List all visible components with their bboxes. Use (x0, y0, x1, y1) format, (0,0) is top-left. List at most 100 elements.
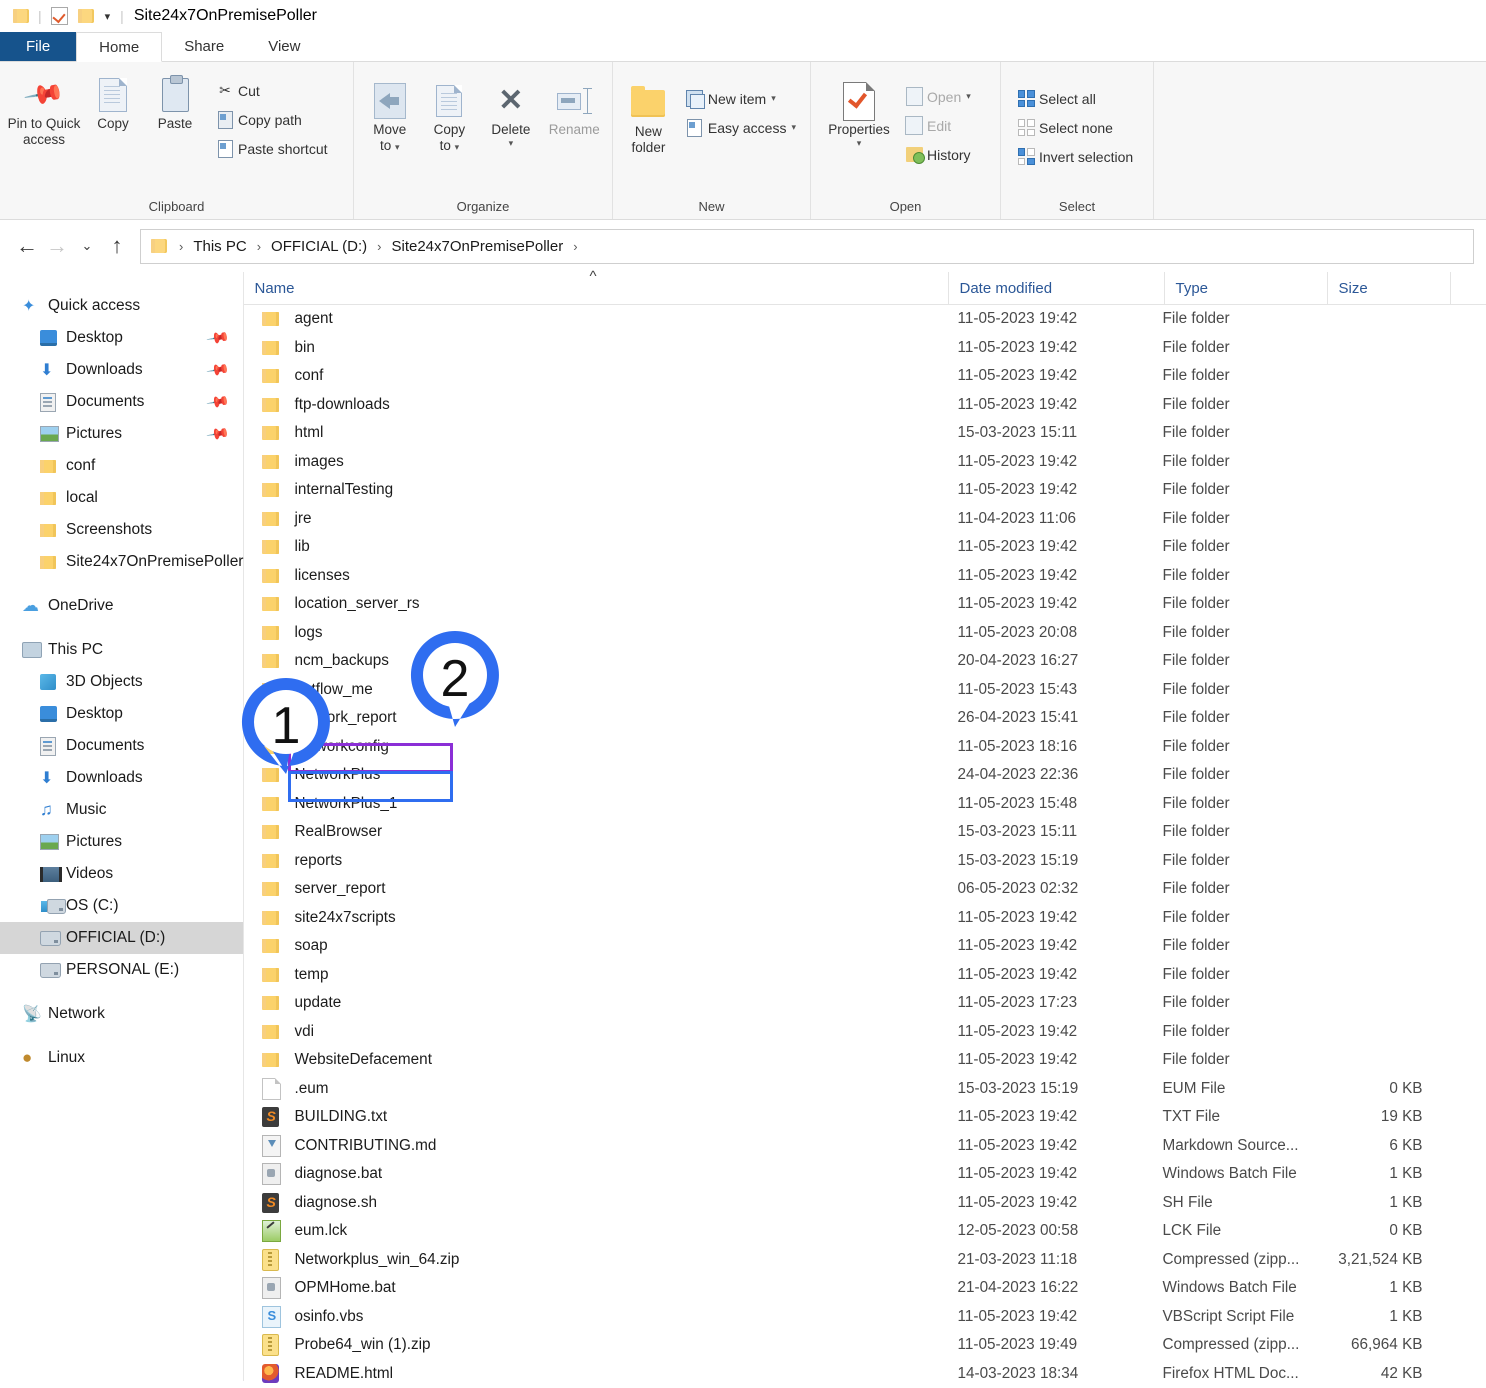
tab-file[interactable]: File (0, 32, 76, 61)
sidebar-item-onedrive[interactable]: ☁OneDrive (0, 590, 243, 622)
table-row[interactable]: bin11-05-2023 19:42File folder (244, 334, 1486, 363)
new-folder-button[interactable]: New folder (619, 78, 678, 155)
table-row[interactable]: BUILDING.txt11-05-2023 19:42TXT File19 K… (244, 1103, 1486, 1132)
sidebar-item-this-pc[interactable]: This PC (0, 634, 243, 666)
table-row[interactable]: diagnose.sh11-05-2023 19:42SH File1 KB (244, 1189, 1486, 1218)
table-row[interactable]: reports15-03-2023 15:19File folder (244, 847, 1486, 876)
cut-button[interactable]: ✂ Cut (212, 76, 336, 105)
sidebar-item-site24x7onpremisepoller[interactable]: Site24x7OnPremisePoller (0, 546, 243, 578)
chevron-down-icon[interactable]: ▾ (771, 93, 776, 104)
table-row[interactable]: ftp-downloads11-05-2023 19:42File folder (244, 391, 1486, 420)
checkbox-icon[interactable] (51, 7, 68, 25)
column-header-size[interactable]: Size (1327, 272, 1450, 304)
table-row[interactable]: WebsiteDefacement11-05-2023 19:42File fo… (244, 1046, 1486, 1075)
breadcrumb-item-this-pc[interactable]: This PC (190, 238, 249, 255)
chevron-down-icon[interactable]: ▾ (857, 138, 862, 148)
sidebar-item-screenshots[interactable]: Screenshots (0, 514, 243, 546)
select-none-button[interactable]: Select none (1013, 113, 1141, 142)
table-row[interactable]: agent11-05-2023 19:42File folder (244, 305, 1486, 334)
tab-home[interactable]: Home (76, 32, 162, 62)
chevron-down-icon[interactable]: ▾ (105, 10, 111, 23)
pin-to-quick-access-button[interactable]: 📌 Pin to Quick access (6, 70, 82, 147)
table-row[interactable]: temp11-05-2023 19:42File folder (244, 961, 1486, 990)
table-row[interactable]: jre11-04-2023 11:06File folder (244, 505, 1486, 534)
table-row[interactable]: osinfo.vbs11-05-2023 19:42VBScript Scrip… (244, 1303, 1486, 1332)
sidebar-item-downloads[interactable]: ⬇Downloads (0, 762, 243, 794)
pin-icon[interactable]: 📌 (205, 357, 231, 382)
chevron-down-icon[interactable]: ▾ (966, 91, 971, 102)
chevron-down-icon[interactable]: ▾ (791, 122, 796, 133)
sidebar-item-conf[interactable]: conf (0, 450, 243, 482)
table-row[interactable]: update11-05-2023 17:23File folder (244, 989, 1486, 1018)
pin-icon[interactable]: 📌 (205, 325, 231, 350)
breadcrumb-item-site24x7onpremisepoller[interactable]: Site24x7OnPremisePoller (388, 238, 566, 255)
copy-path-button[interactable]: Copy path (212, 105, 336, 134)
table-row[interactable]: .eum15-03-2023 15:19EUM File0 KB (244, 1075, 1486, 1104)
recent-locations-button[interactable]: ⌄ (72, 238, 102, 254)
move-to-button[interactable]: Move to ▾ (360, 76, 420, 153)
folder-icon[interactable] (78, 9, 94, 23)
table-row[interactable]: internalTesting11-05-2023 19:42File fold… (244, 476, 1486, 505)
breadcrumb-separator[interactable]: › (370, 239, 388, 254)
table-row[interactable]: diagnose.bat11-05-2023 19:42Windows Batc… (244, 1160, 1486, 1189)
easy-access-button[interactable]: Easy access ▾ (682, 113, 804, 142)
sidebar-item-linux[interactable]: ●Linux (0, 1042, 243, 1074)
breadcrumb-separator[interactable]: › (566, 239, 584, 254)
table-row[interactable]: Networkplus_win_64.zip21-03-2023 11:18Co… (244, 1246, 1486, 1275)
sidebar-item-os-c[interactable]: OS (C:) (0, 890, 243, 922)
table-row[interactable]: Probe64_win (1).zip11-05-2023 19:49Compr… (244, 1331, 1486, 1360)
rename-button[interactable]: Rename (543, 76, 606, 138)
sidebar-item-official-d[interactable]: OFFICIAL (D:) (0, 922, 243, 954)
chevron-down-icon[interactable]: ▾ (509, 138, 514, 148)
select-all-button[interactable]: Select all (1013, 84, 1141, 113)
sidebar-item-pictures[interactable]: Pictures (0, 826, 243, 858)
sidebar-item-downloads[interactable]: ⬇Downloads📌 (0, 354, 243, 386)
sidebar-item-3d-objects[interactable]: 3D Objects (0, 666, 243, 698)
sidebar-item-music[interactable]: ♫Music (0, 794, 243, 826)
sidebar-item-personal-e[interactable]: PERSONAL (E:) (0, 954, 243, 986)
table-row[interactable]: CONTRIBUTING.md11-05-2023 19:42Markdown … (244, 1132, 1486, 1161)
table-row[interactable]: conf11-05-2023 19:42File folder (244, 362, 1486, 391)
paste-shortcut-button[interactable]: Paste shortcut (212, 134, 336, 163)
table-row[interactable]: soap11-05-2023 19:42File folder (244, 932, 1486, 961)
table-row[interactable]: OPMHome.bat21-04-2023 16:22Windows Batch… (244, 1274, 1486, 1303)
table-row[interactable]: eum.lck12-05-2023 00:58LCK File0 KB (244, 1217, 1486, 1246)
breadcrumb-item-official-d[interactable]: OFFICIAL (D:) (268, 238, 370, 255)
sidebar-item-documents[interactable]: Documents📌 (0, 386, 243, 418)
breadcrumb-separator[interactable]: › (250, 239, 268, 254)
chevron-down-icon[interactable]: ▾ (395, 142, 400, 152)
paste-button[interactable]: Paste (144, 70, 206, 132)
table-row[interactable]: licenses11-05-2023 19:42File folder (244, 562, 1486, 591)
sidebar-item-desktop[interactable]: Desktop📌 (0, 322, 243, 354)
table-row[interactable]: site24x7scripts11-05-2023 19:42File fold… (244, 904, 1486, 933)
delete-button[interactable]: ✕ Delete ▾ (479, 76, 542, 148)
properties-button[interactable]: Properties ▾ (817, 76, 901, 148)
new-item-button[interactable]: New item ▾ (682, 84, 804, 113)
sidebar-item-videos[interactable]: Videos (0, 858, 243, 890)
tab-share[interactable]: Share (162, 32, 246, 61)
table-row[interactable]: location_server_rs11-05-2023 19:42File f… (244, 590, 1486, 619)
forward-button[interactable]: → (42, 233, 72, 259)
column-header-date-modified[interactable]: Date modified (948, 272, 1164, 304)
edit-button[interactable]: Edit (901, 111, 979, 140)
column-header-type[interactable]: Type (1164, 272, 1327, 304)
table-row[interactable]: vdi11-05-2023 19:42File folder (244, 1018, 1486, 1047)
sidebar-item-documents[interactable]: Documents (0, 730, 243, 762)
sidebar-item-quick-access[interactable]: ✦Quick access (0, 290, 243, 322)
chevron-down-icon[interactable]: ▾ (455, 142, 460, 152)
table-row[interactable]: lib11-05-2023 19:42File folder (244, 533, 1486, 562)
copy-to-button[interactable]: Copy to ▾ (420, 76, 480, 153)
back-button[interactable]: ← (12, 233, 42, 259)
pin-icon[interactable]: 📌 (205, 389, 231, 414)
table-row[interactable]: RealBrowser15-03-2023 15:11File folder (244, 818, 1486, 847)
breadcrumb[interactable]: › This PC › OFFICIAL (D:) › Site24x7OnPr… (140, 229, 1474, 264)
table-row[interactable]: html15-03-2023 15:11File folder (244, 419, 1486, 448)
invert-selection-button[interactable]: Invert selection (1013, 142, 1141, 171)
tab-view[interactable]: View (246, 32, 322, 61)
table-row[interactable]: server_report06-05-2023 02:32File folder (244, 875, 1486, 904)
copy-button[interactable]: Copy (82, 70, 144, 132)
table-row[interactable]: images11-05-2023 19:42File folder (244, 448, 1486, 477)
up-button[interactable]: ↑ (102, 233, 132, 259)
open-button[interactable]: Open ▾ (901, 82, 979, 111)
table-row[interactable]: README.html14-03-2023 18:34Firefox HTML … (244, 1360, 1486, 1388)
